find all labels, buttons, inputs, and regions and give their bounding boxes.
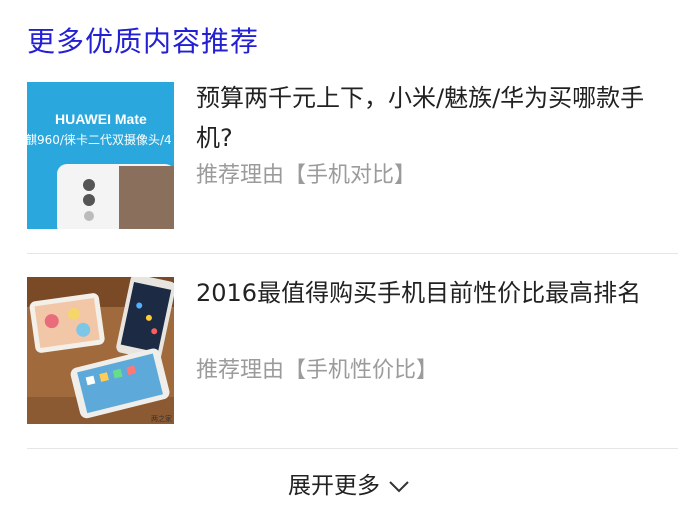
divider [27,253,678,254]
card-reason: 推荐理由【手机性价比】 [196,358,439,383]
thumb-brand-text: HUAWEI Mate [55,111,147,127]
card-title[interactable]: 2016最值得购买手机目前性价比最高排名 [196,273,676,313]
chevron-down-icon [389,480,409,492]
expand-more-button[interactable]: 展开更多 [0,466,698,506]
recommendation-card-1[interactable]: HUAWEI Mate 麒960/徕卡二代双摄像头/4 预算两千元上下，小米/魅… [27,82,678,230]
thumbnail-huawei-mate[interactable]: HUAWEI Mate 麒960/徕卡二代双摄像头/4 [27,82,174,229]
divider [27,448,678,449]
card-title[interactable]: 预算两千元上下，小米/魅族/华为买哪款手机? [196,78,676,158]
section-title: 更多优质内容推荐 [27,25,260,58]
expand-more-label: 展开更多 [288,473,380,499]
thumb-watermark: 两之家 [151,414,172,423]
thumb-spec-text: 麒960/徕卡二代双摄像头/4 [27,132,172,147]
card-reason: 推荐理由【手机对比】 [196,163,417,188]
thumbnail-phones-table[interactable]: 两之家 [27,277,174,424]
recommendation-card-2[interactable]: 两之家 2016最值得购买手机目前性价比最高排名 推荐理由【手机性价比】 [27,277,678,425]
phones-photo-icon: 两之家 [27,277,174,424]
phone-image-icon: HUAWEI Mate 麒960/徕卡二代双摄像头/4 [27,82,174,229]
